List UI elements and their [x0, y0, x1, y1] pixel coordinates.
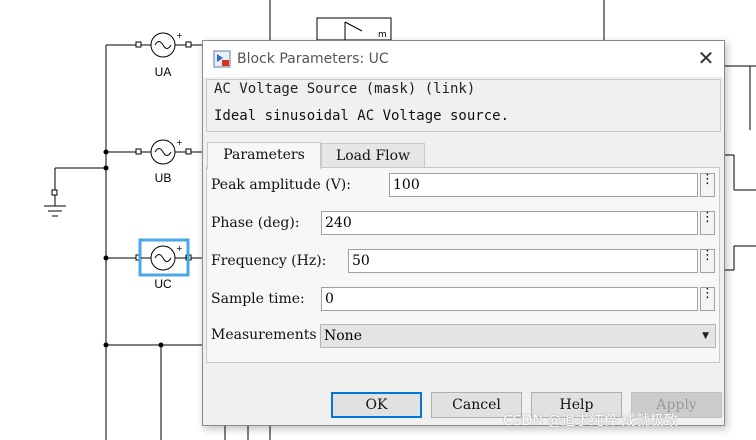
- mask-description: Ideal sinusoidal AC Voltage source.: [214, 108, 510, 124]
- sample-time-field[interactable]: 0: [321, 287, 698, 311]
- simulink-block-icon: [213, 50, 231, 68]
- ok-button[interactable]: OK: [331, 392, 422, 418]
- svg-text:+: +: [176, 138, 183, 147]
- frequency-field[interactable]: 50: [348, 249, 698, 273]
- chevron-down-icon: ▼: [702, 331, 709, 341]
- frequency-label: Frequency (Hz):: [211, 253, 327, 269]
- block-label-ub: UB: [154, 171, 172, 185]
- sample-time-label: Sample time:: [211, 291, 305, 307]
- block-label-ua: UA: [154, 65, 172, 79]
- dialog-titlebar[interactable]: Block Parameters: UC ✕: [203, 41, 724, 77]
- tab-parameters[interactable]: Parameters: [207, 142, 321, 169]
- tab-load-flow[interactable]: Load Flow: [321, 143, 425, 168]
- ac-source-block-ua[interactable]: +: [141, 31, 186, 58]
- phase-field[interactable]: 240: [321, 211, 698, 235]
- phase-more-icon[interactable]: ⋮: [700, 211, 715, 235]
- block-label-uc: UC: [154, 277, 172, 291]
- peak-amplitude-more-icon[interactable]: ⋮: [700, 173, 715, 197]
- phase-label: Phase (deg):: [211, 215, 300, 231]
- block-parameters-dialog: Block Parameters: UC ✕ AC Voltage Source…: [202, 40, 725, 426]
- ac-source-block-ub[interactable]: +: [141, 138, 186, 165]
- watermark-text: CSDN @追求纯粹 成就极致: [503, 413, 678, 429]
- measurements-selected-value: None: [324, 328, 362, 344]
- svg-text:+: +: [176, 244, 183, 253]
- svg-text:+: +: [176, 31, 183, 40]
- dialog-title: Block Parameters: UC: [237, 51, 389, 67]
- mask-title: AC Voltage Source (mask) (link): [214, 81, 476, 97]
- peak-amplitude-field[interactable]: 100: [389, 173, 698, 197]
- close-icon[interactable]: ✕: [688, 41, 724, 77]
- sample-time-more-icon[interactable]: ⋮: [700, 287, 715, 311]
- ac-source-block-uc[interactable]: +: [138, 238, 190, 277]
- partial-block-top[interactable]: m: [344, 21, 387, 40]
- peak-amplitude-label: Peak amplitude (V):: [211, 177, 351, 193]
- measurements-label: Measurements: [211, 327, 317, 343]
- measurements-select[interactable]: None ▼: [320, 324, 716, 348]
- frequency-more-icon[interactable]: ⋮: [700, 249, 715, 273]
- partial-block-text: m: [378, 30, 387, 40]
